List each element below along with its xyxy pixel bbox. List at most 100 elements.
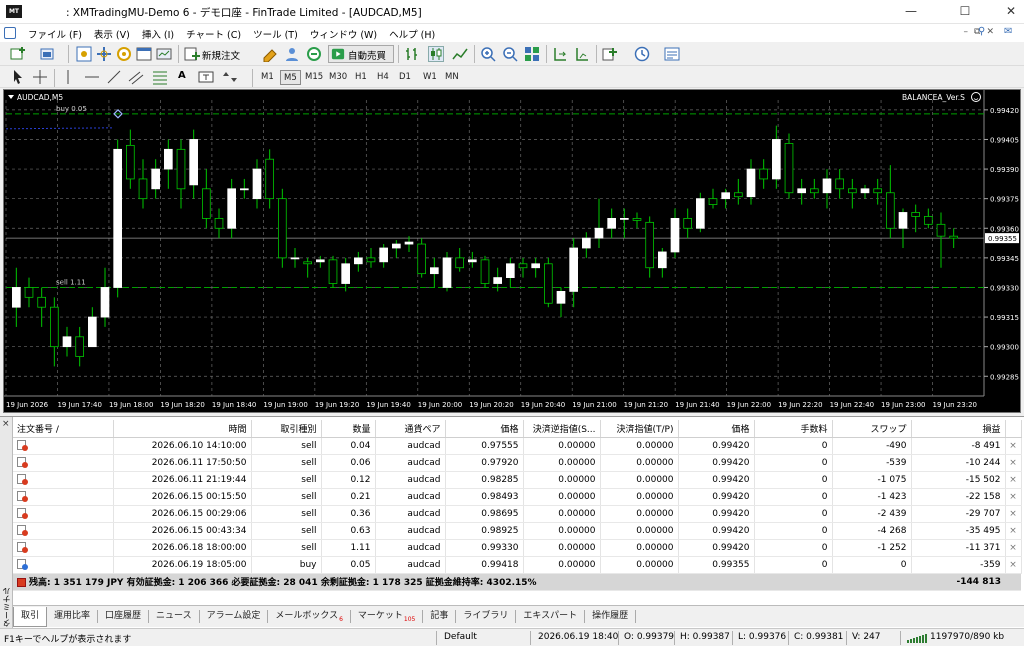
- order-row[interactable]: 2026.06.19 18:05:00 buy 0.05 audcad 0.99418 0…: [13, 556, 1022, 574]
- signals-icon[interactable]: [284, 46, 300, 62]
- timeframe-m15[interactable]: M15: [302, 70, 326, 85]
- terminal-tab[interactable]: エキスパート: [516, 610, 586, 623]
- close-order-icon[interactable]: ×: [1005, 437, 1022, 455]
- close-order-icon[interactable]: ×: [1005, 522, 1022, 540]
- order-row[interactable]: 2026.06.10 14:10:00 sell 0.04 audcad 0.97555…: [13, 437, 1022, 455]
- menu-insert[interactable]: 挿入 (I): [136, 27, 180, 41]
- maximize-button[interactable]: ☐: [942, 0, 988, 24]
- timeframe-m30[interactable]: M30: [326, 70, 350, 85]
- close-order-icon[interactable]: ×: [1005, 505, 1022, 523]
- new-order-icon[interactable]: [184, 46, 200, 62]
- close-window-button[interactable]: ✕: [988, 0, 1024, 24]
- col-current-price[interactable]: 価格: [678, 420, 755, 438]
- tile-windows-icon[interactable]: [524, 46, 540, 62]
- terminal-tab[interactable]: マーケット105: [351, 610, 424, 623]
- vertical-line-icon[interactable]: [60, 69, 76, 85]
- col-type[interactable]: 取引種別: [251, 420, 322, 438]
- timeframe-m5[interactable]: M5: [280, 70, 301, 85]
- mdi-close-icon[interactable]: ✕: [986, 27, 994, 37]
- text-label-icon[interactable]: [198, 69, 214, 85]
- order-row[interactable]: 2026.06.15 00:29:06 sell 0.36 audcad 0.98695…: [13, 505, 1022, 523]
- line-chart-icon[interactable]: [452, 46, 468, 62]
- close-order-icon[interactable]: ×: [1005, 556, 1022, 574]
- order-row[interactable]: 2026.06.15 00:43:34 sell 0.63 audcad 0.98925…: [13, 522, 1022, 540]
- new-order-button[interactable]: 新規注文: [202, 48, 240, 62]
- trendline-icon[interactable]: [106, 69, 122, 85]
- text-tool-icon[interactable]: A: [178, 70, 186, 81]
- chat-icon[interactable]: ✉: [1004, 26, 1012, 37]
- metaeditor-icon[interactable]: [262, 46, 278, 62]
- horizontal-line-icon[interactable]: [84, 69, 100, 85]
- col-order[interactable]: 注文番号 /: [13, 420, 114, 438]
- candlestick-chart-icon[interactable]: [428, 46, 444, 62]
- close-order-icon[interactable]: ×: [1005, 488, 1022, 506]
- menu-help[interactable]: ヘルプ (H): [383, 27, 441, 41]
- status-traffic[interactable]: 1197970/890 kb: [930, 632, 1004, 642]
- cursor-icon[interactable]: [10, 69, 26, 85]
- terminal-tab[interactable]: メールボックス6: [268, 610, 351, 623]
- order-row[interactable]: 2026.06.11 21:19:44 sell 0.12 audcad 0.98285…: [13, 471, 1022, 489]
- chart-menu-icon[interactable]: [4, 27, 16, 39]
- menu-view[interactable]: 表示 (V): [88, 27, 136, 41]
- terminal-icon[interactable]: [136, 46, 152, 62]
- terminal-tab[interactable]: 取引: [13, 606, 48, 627]
- order-row[interactable]: 2026.06.11 17:50:50 sell 0.06 audcad 0.97920…: [13, 454, 1022, 472]
- menu-file[interactable]: ファイル (F): [22, 27, 88, 41]
- terminal-tab[interactable]: ライブラリ: [456, 610, 517, 623]
- arrows-icon[interactable]: [222, 69, 238, 85]
- templates-icon[interactable]: [664, 46, 680, 62]
- col-profit[interactable]: 損益: [911, 420, 1006, 438]
- indicators-icon[interactable]: [602, 46, 618, 62]
- order-row[interactable]: 2026.06.15 00:15:50 sell 0.21 audcad 0.98493…: [13, 488, 1022, 506]
- channel-icon[interactable]: [128, 69, 144, 85]
- terminal-tab[interactable]: 口座履歴: [98, 610, 150, 623]
- timeframe-h1[interactable]: H1: [352, 70, 370, 85]
- menu-tools[interactable]: ツール (T): [247, 27, 304, 41]
- zoom-in-icon[interactable]: [480, 46, 496, 62]
- timeframe-h4[interactable]: H4: [374, 70, 392, 85]
- terminal-tab[interactable]: 記事: [423, 610, 457, 623]
- timeframe-d1[interactable]: D1: [396, 70, 414, 85]
- minimize-button[interactable]: —: [888, 0, 934, 24]
- col-symbol[interactable]: 通貨ペア: [375, 420, 446, 438]
- periods-icon[interactable]: [634, 46, 650, 62]
- mdi-minimize-icon[interactable]: –: [964, 27, 969, 37]
- data-window-icon[interactable]: [96, 46, 112, 62]
- terminal-tab[interactable]: アラーム設定: [200, 610, 269, 623]
- price-chart[interactable]: 0.99420 0.99405 0.99390 0.99375 0.99360 0.993…: [3, 89, 1021, 413]
- col-tp[interactable]: 決済指値(T/P): [600, 420, 679, 438]
- close-order-icon[interactable]: ×: [1005, 539, 1022, 557]
- order-row[interactable]: 2026.06.18 18:00:00 sell 1.11 audcad 0.99330…: [13, 539, 1022, 557]
- vps-icon[interactable]: [306, 46, 322, 62]
- chart-shift-icon[interactable]: [574, 46, 590, 62]
- search-icon[interactable]: ⚲: [978, 26, 985, 37]
- market-watch-icon[interactable]: [76, 46, 92, 62]
- auto-trading-button[interactable]: 自動売買: [328, 45, 394, 63]
- close-order-icon[interactable]: ×: [1005, 454, 1022, 472]
- menu-chart[interactable]: チャート (C): [180, 27, 247, 41]
- zoom-out-icon[interactable]: [502, 46, 518, 62]
- crosshair-icon[interactable]: [32, 69, 48, 85]
- col-price[interactable]: 価格: [445, 420, 524, 438]
- auto-scroll-icon[interactable]: [552, 46, 568, 62]
- new-chart-icon[interactable]: [10, 46, 26, 62]
- terminal-tab[interactable]: 運用比率: [47, 610, 99, 623]
- col-swap[interactable]: スワップ: [832, 420, 912, 438]
- chart-canvas[interactable]: 0.99420 0.99405 0.99390 0.99375 0.99360 0.993…: [4, 90, 1020, 412]
- col-sl[interactable]: 決済逆指値(S...: [523, 420, 601, 438]
- terminal-close-icon[interactable]: ×: [2, 419, 10, 429]
- timeframe-m1[interactable]: M1: [258, 70, 277, 85]
- timeframe-mn[interactable]: MN: [442, 70, 462, 85]
- bar-chart-icon[interactable]: [404, 46, 420, 62]
- col-commission[interactable]: 手数料: [754, 420, 833, 438]
- tester-icon[interactable]: [156, 46, 172, 62]
- col-volume[interactable]: 数量: [321, 420, 376, 438]
- terminal-tab[interactable]: 操作履歴: [585, 610, 637, 623]
- terminal-tab[interactable]: ニュース: [149, 610, 200, 623]
- navigator-icon[interactable]: [116, 46, 132, 62]
- profiles-icon[interactable]: [40, 46, 56, 62]
- fibonacci-icon[interactable]: [152, 69, 168, 85]
- col-time[interactable]: 時間: [113, 420, 252, 438]
- timeframe-w1[interactable]: W1: [420, 70, 440, 85]
- close-order-icon[interactable]: ×: [1005, 471, 1022, 489]
